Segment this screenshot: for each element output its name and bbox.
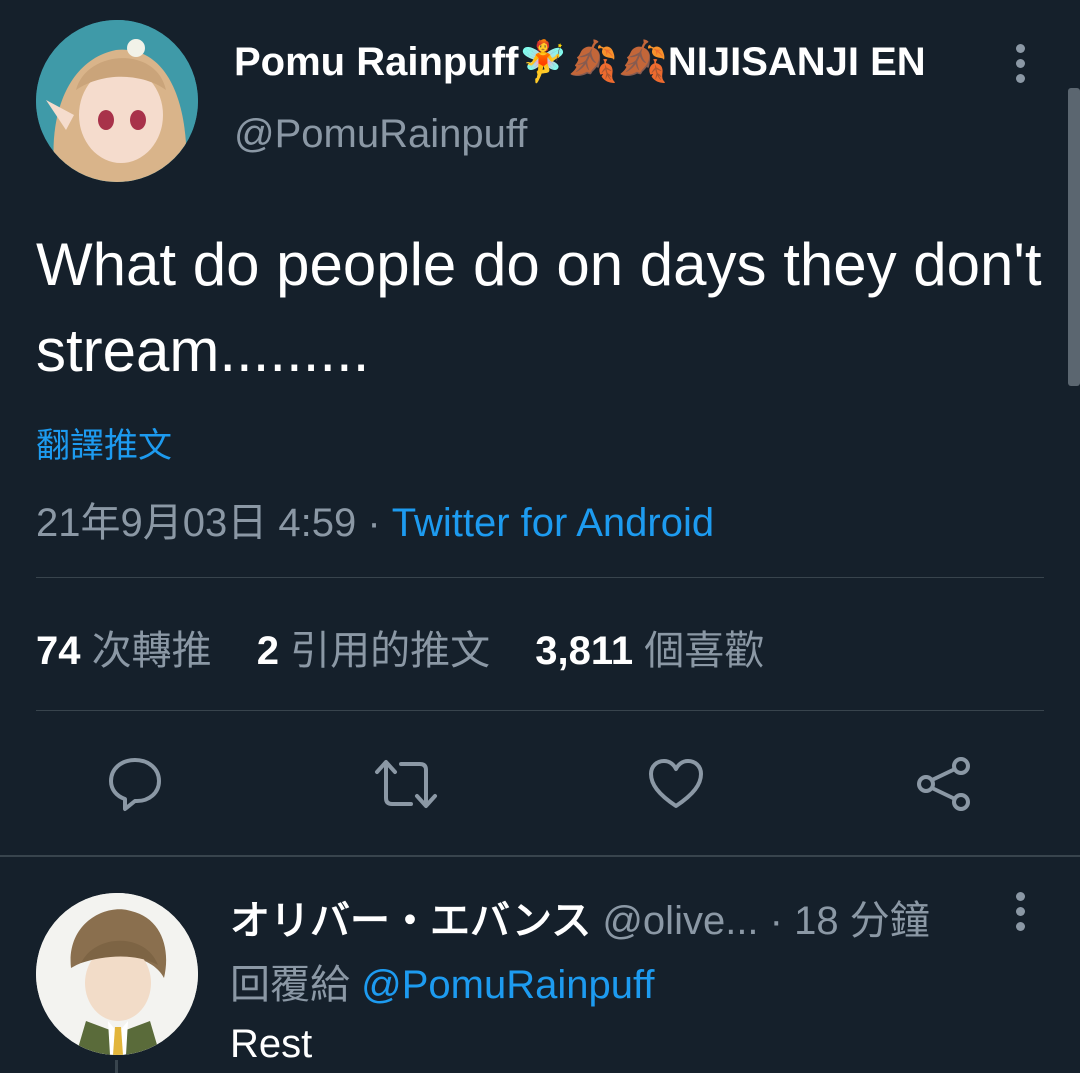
avatar-image xyxy=(36,20,198,182)
retweets-label: 次轉推 xyxy=(91,629,212,673)
quotes-stat[interactable]: 2 引用的推文 xyxy=(257,629,490,673)
author-avatar[interactable] xyxy=(36,20,198,182)
retweet-button[interactable] xyxy=(373,754,437,814)
section-separator xyxy=(0,855,1080,857)
thread-line xyxy=(115,1060,118,1073)
avatar-image xyxy=(36,893,198,1055)
tweet-date: 21年9月03日 4:59 xyxy=(36,501,357,545)
likes-count: 3,811 xyxy=(535,629,634,673)
replying-to-mention[interactable]: @PomuRainpuff xyxy=(361,963,654,1007)
tweet-text: What do people do on days they don't str… xyxy=(36,231,1042,384)
retweets-stat[interactable]: 74 次轉推 xyxy=(36,629,212,673)
reply-author-name[interactable]: オリバー・エバンス xyxy=(230,899,591,943)
replying-to: 回覆給 @PomuRainpuff xyxy=(230,952,654,1010)
retweet-icon xyxy=(375,760,437,808)
heart-icon xyxy=(649,759,703,808)
engagement-stats: 74 次轉推 2 引用的推文 3,811 個喜歡 xyxy=(36,618,798,676)
author-handle[interactable]: @PomuRainpuff xyxy=(234,112,527,157)
divider xyxy=(36,710,1044,711)
like-button[interactable] xyxy=(646,754,706,814)
reply-handle[interactable]: @olive... xyxy=(602,899,758,943)
author-suffix: NIJISANJI EN xyxy=(667,40,926,84)
tweet-meta: 21年9月03日 4:59 · Twitter for Android xyxy=(36,490,714,548)
more-options-icon[interactable] xyxy=(1008,44,1032,88)
reply-header: オリバー・エバンス @olive... · 18 分鐘 xyxy=(230,888,930,946)
tweet-source-link[interactable]: Twitter for Android xyxy=(392,501,714,545)
retweets-count: 74 xyxy=(36,629,81,673)
divider xyxy=(36,577,1044,578)
share-icon xyxy=(917,757,970,811)
quotes-count: 2 xyxy=(256,629,279,673)
likes-label: 個喜歡 xyxy=(644,629,765,673)
reply-author-avatar[interactable] xyxy=(36,893,198,1055)
translate-tweet-link[interactable]: 翻譯推文 xyxy=(36,418,172,467)
author-name: Pomu Rainpuff xyxy=(234,40,519,84)
replying-to-label: 回覆給 xyxy=(230,963,350,1007)
quotes-label: 引用的推文 xyxy=(290,629,491,673)
share-button[interactable] xyxy=(914,754,974,814)
scrollbar[interactable] xyxy=(1068,88,1080,386)
speech-bubble-icon xyxy=(109,758,161,811)
author-name-row[interactable]: Pomu Rainpuff🧚🍂🍂NIJISANJI EN xyxy=(234,38,926,85)
reply-time: · 18 分鐘 xyxy=(769,899,930,943)
reply-text: Rest xyxy=(230,1022,313,1066)
likes-stat[interactable]: 3,811 個喜歡 xyxy=(535,629,764,673)
author-emoji: 🧚🍂🍂 xyxy=(518,40,668,84)
meta-separator: · xyxy=(356,501,392,545)
reply-button[interactable] xyxy=(105,754,165,814)
reply-more-options-icon[interactable] xyxy=(1008,892,1032,936)
